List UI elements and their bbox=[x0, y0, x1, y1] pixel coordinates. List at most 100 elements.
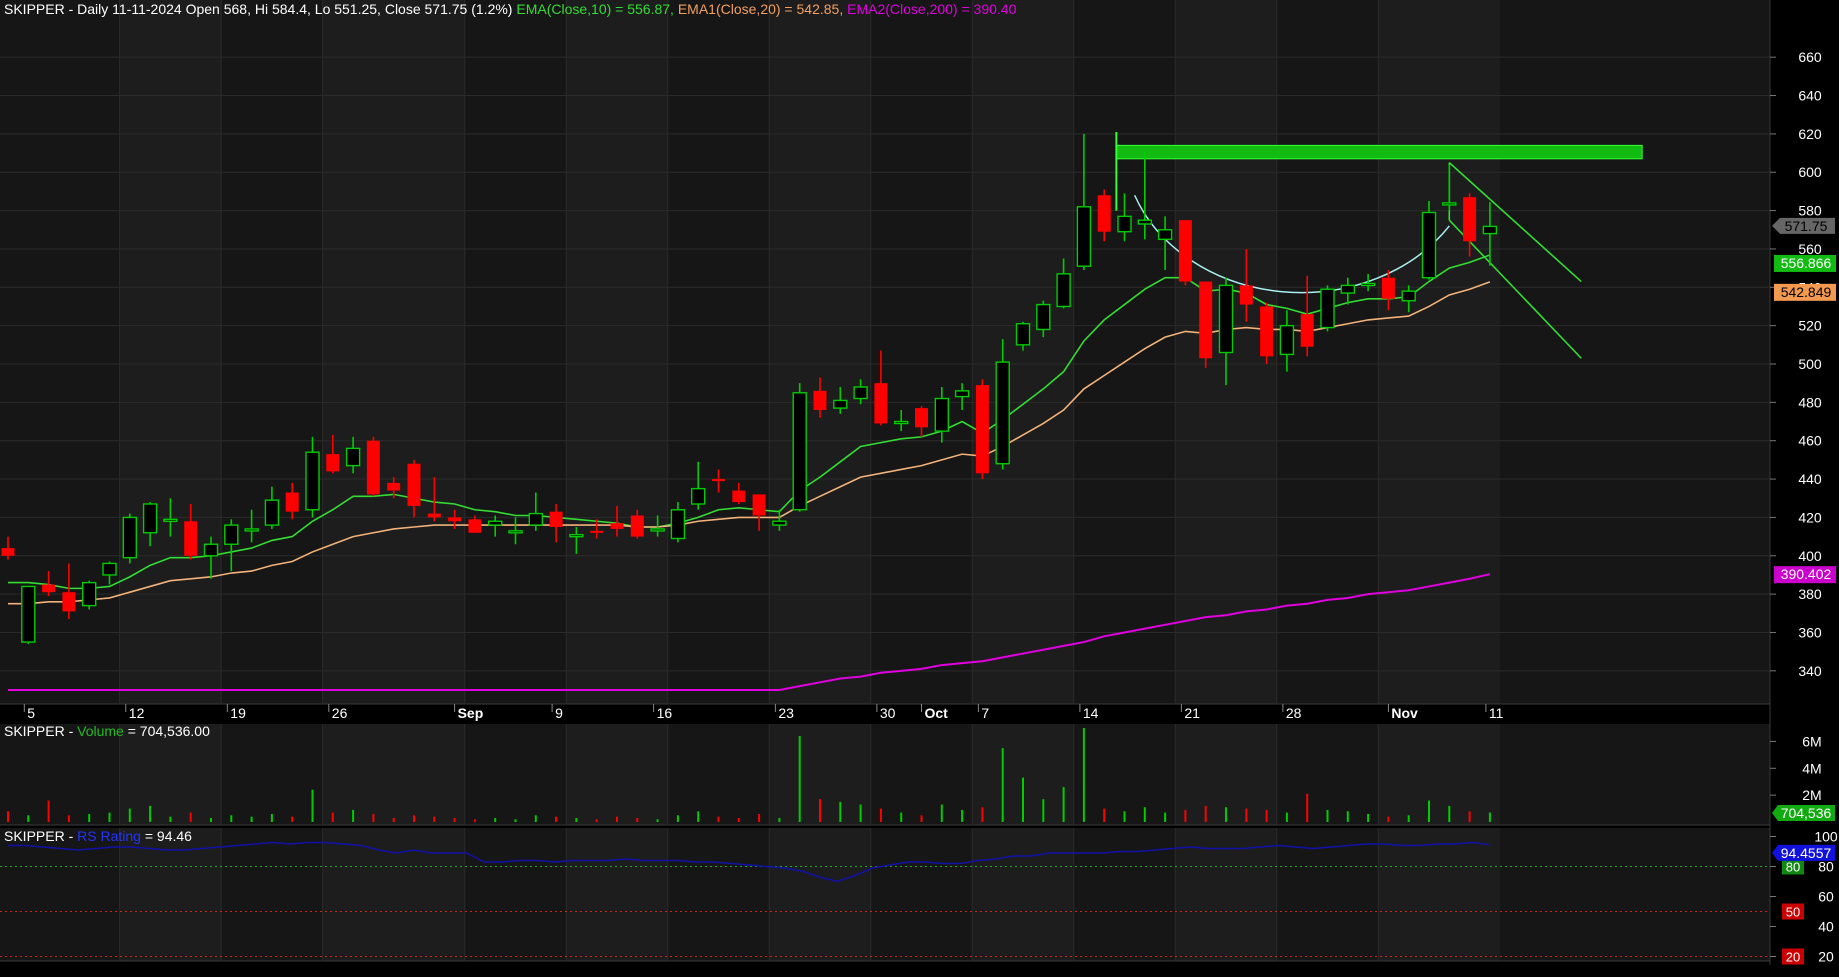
candle-body-up bbox=[670, 509, 686, 540]
price-tag-label: 390.402 bbox=[1781, 566, 1832, 582]
candle-body-up bbox=[853, 386, 868, 400]
candle-body-up bbox=[21, 585, 36, 643]
candle-body-down bbox=[326, 454, 340, 472]
candle-body-down bbox=[590, 530, 604, 533]
candle-body-up bbox=[934, 397, 949, 432]
volume-tag-label: 704,536 bbox=[1781, 805, 1832, 821]
candle-body-up bbox=[102, 562, 117, 576]
header-symbol: SKIPPER bbox=[4, 1, 65, 17]
candle-body-down bbox=[915, 408, 928, 428]
week-band bbox=[566, 828, 668, 961]
rs-value: = 94.46 bbox=[144, 828, 192, 844]
candle-body-down bbox=[549, 511, 563, 527]
week-band bbox=[119, 0, 222, 704]
candle-body-up bbox=[1482, 225, 1498, 235]
volume-label: Volume bbox=[77, 723, 124, 739]
candle-body-down bbox=[468, 519, 482, 533]
week-band bbox=[769, 0, 871, 704]
week-band bbox=[566, 0, 668, 704]
candle-body-up bbox=[1401, 290, 1416, 302]
candle-body-down bbox=[184, 521, 198, 556]
candle-body-down bbox=[1199, 281, 1213, 359]
candle-body-up bbox=[1157, 229, 1173, 241]
price-chart: 3403603804004204404604805005205405605806… bbox=[0, 0, 1839, 977]
rs-tick-label: 80 bbox=[1818, 859, 1834, 875]
pane-background-1 bbox=[0, 0, 1770, 704]
candle-body-up bbox=[122, 516, 138, 559]
candle-body-up bbox=[1015, 323, 1031, 346]
candle-body-down bbox=[42, 584, 56, 593]
week-band bbox=[972, 828, 1074, 961]
price-tick-label: 520 bbox=[1798, 318, 1822, 334]
candle-body-up bbox=[488, 520, 503, 526]
candle-body-down bbox=[1463, 197, 1477, 242]
candle-body-up bbox=[833, 399, 848, 409]
candle-body-up bbox=[772, 520, 787, 526]
price-tick-label: 580 bbox=[1798, 203, 1822, 219]
candle-body-up bbox=[163, 518, 178, 523]
volume-header: SKIPPER - Volume = 704,536.00 bbox=[4, 723, 210, 739]
candle-body-down bbox=[975, 385, 989, 474]
candle-body-down bbox=[407, 463, 421, 506]
x-tick-label: 5 bbox=[27, 705, 35, 721]
week-band bbox=[1378, 0, 1501, 704]
price-tick-label: 360 bbox=[1798, 624, 1822, 640]
week-band bbox=[566, 724, 668, 825]
price-tick-label: 620 bbox=[1798, 126, 1822, 142]
x-tick-label: Sep bbox=[458, 705, 484, 721]
candle-body-up bbox=[1279, 324, 1295, 356]
candle-body-down bbox=[1239, 285, 1253, 305]
rs-symbol: SKIPPER - bbox=[4, 828, 74, 844]
candle-body-down bbox=[1381, 277, 1395, 299]
candle-body-up bbox=[1036, 303, 1051, 331]
week-band bbox=[322, 0, 465, 704]
candle-body-up bbox=[203, 543, 219, 557]
candle-body-up bbox=[792, 392, 807, 511]
candle-body-up bbox=[954, 390, 970, 398]
price-tick-label: 460 bbox=[1798, 433, 1822, 449]
price-tick-label: 440 bbox=[1798, 471, 1822, 487]
candle-body-down bbox=[62, 592, 76, 612]
candle-body-down bbox=[874, 383, 888, 424]
x-tick-label: 21 bbox=[1184, 705, 1200, 721]
x-tick-label: 19 bbox=[230, 705, 246, 721]
price-tick-label: 500 bbox=[1798, 356, 1822, 372]
rs-reference-tag-label: 80 bbox=[1786, 860, 1800, 875]
candle-body-down bbox=[387, 482, 401, 491]
x-tick-label: Oct bbox=[925, 705, 949, 721]
candle-body-up bbox=[569, 533, 584, 538]
candle-body-up bbox=[1360, 282, 1376, 287]
candle-body-up bbox=[1056, 273, 1071, 308]
week-band bbox=[1378, 724, 1501, 825]
volume-symbol: SKIPPER - bbox=[4, 723, 74, 739]
candle-body-down bbox=[366, 440, 380, 495]
header-ohlc: - Daily 11-11-2024 Open 568, Hi 584.4, L… bbox=[68, 1, 513, 17]
week-band bbox=[972, 0, 1074, 704]
candle-body-up bbox=[264, 499, 280, 526]
candle-body-down bbox=[1260, 306, 1274, 357]
candle-body-up bbox=[224, 524, 239, 545]
x-tick-label: 7 bbox=[981, 705, 989, 721]
candle-body-up bbox=[1137, 219, 1153, 225]
week-band bbox=[119, 724, 222, 825]
price-tick-label: 380 bbox=[1798, 586, 1822, 602]
x-tick-label: 30 bbox=[880, 705, 896, 721]
candle-body-down bbox=[448, 517, 462, 522]
candle-body-up bbox=[1117, 215, 1132, 233]
price-tag: 390.402 bbox=[1774, 566, 1836, 584]
candle-body-up bbox=[81, 581, 97, 607]
week-band bbox=[322, 724, 465, 825]
week-band bbox=[1378, 828, 1501, 961]
candle-body-down bbox=[610, 523, 624, 529]
rs-tick-label: 20 bbox=[1818, 949, 1834, 965]
x-tick-label: 11 bbox=[1489, 705, 1504, 721]
price-tick-label: 640 bbox=[1798, 88, 1822, 104]
price-tag: 571.75 bbox=[1772, 217, 1835, 234]
candle-body-down bbox=[1097, 195, 1111, 232]
candle-body-down bbox=[1, 548, 15, 556]
rs-tick-label: 40 bbox=[1818, 919, 1834, 935]
header-ema200: EMA2(Close,200) = 390.40 bbox=[847, 1, 1017, 17]
header-ema10: EMA(Close,10) = 556.87, bbox=[516, 1, 674, 17]
candle-body-up bbox=[1218, 284, 1234, 354]
pane-background-3 bbox=[0, 828, 1770, 961]
